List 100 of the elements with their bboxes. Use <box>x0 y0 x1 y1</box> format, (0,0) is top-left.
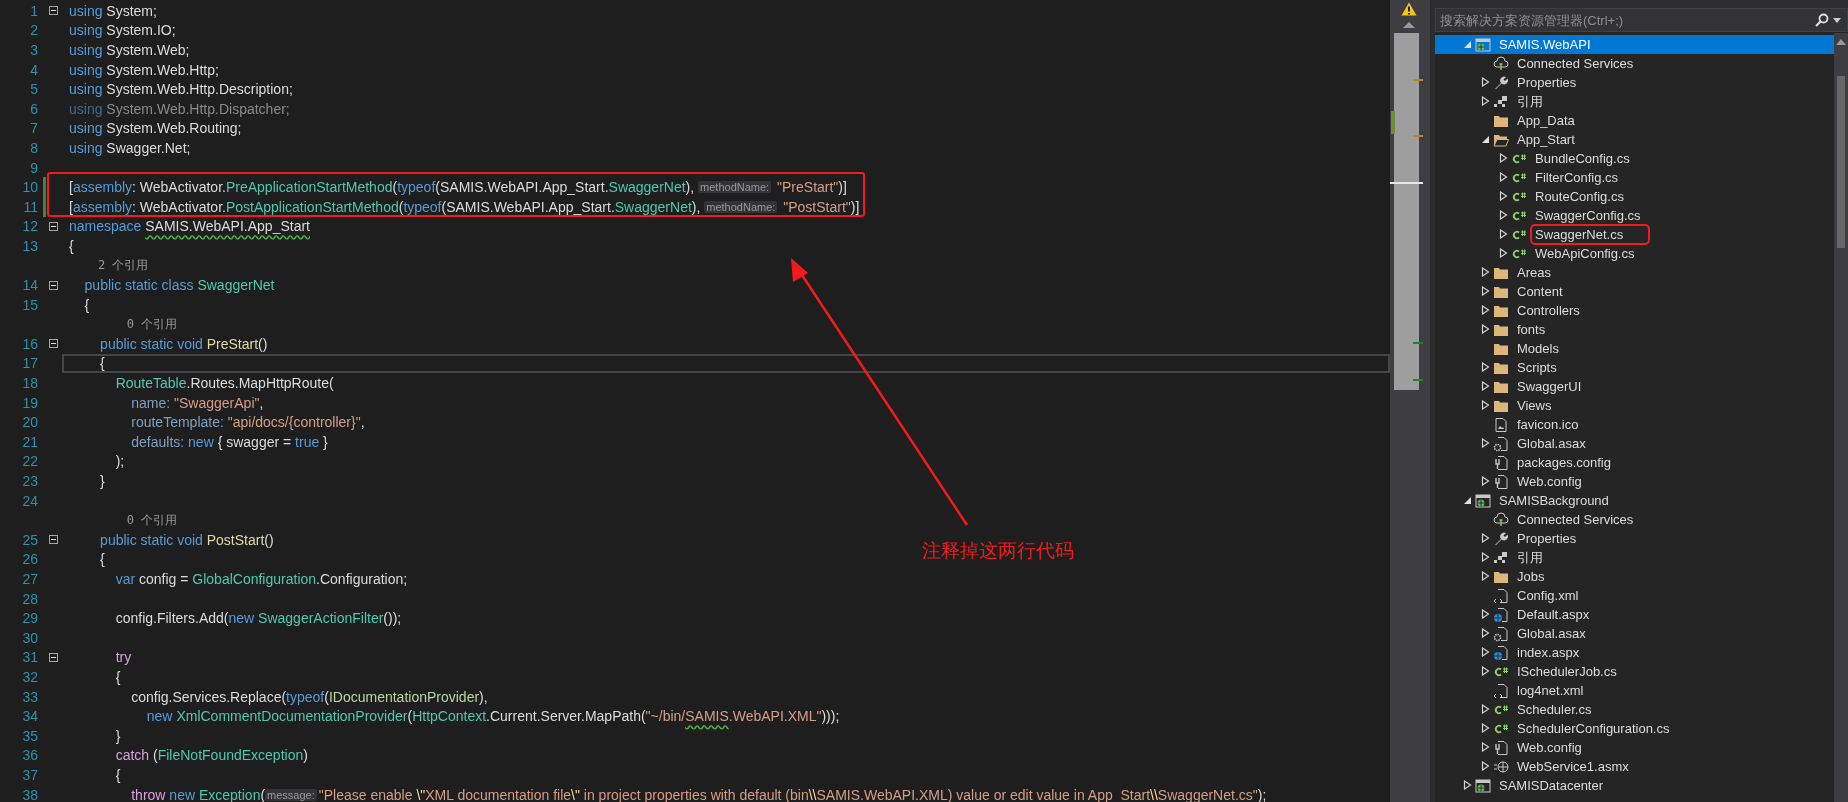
tree-item[interactable]: Models <box>1435 339 1834 358</box>
collapsed-arrow-icon[interactable] <box>1480 646 1490 657</box>
tree-item[interactable]: Config.xml <box>1435 586 1834 605</box>
tree-item[interactable]: Content <box>1435 282 1834 301</box>
tree-item[interactable]: SwaggerConfig.cs <box>1435 206 1834 225</box>
collapsed-arrow-icon[interactable] <box>1480 741 1490 752</box>
tree-item[interactable]: WebService1.asmx <box>1435 757 1834 776</box>
collapsed-arrow-icon[interactable] <box>1498 247 1508 258</box>
reference-count[interactable]: 0 个引用 <box>69 511 178 529</box>
web-file-icon <box>1493 606 1509 623</box>
tree-item[interactable]: Areas <box>1435 263 1834 282</box>
collapsed-arrow-icon[interactable] <box>1498 152 1508 163</box>
tree-item[interactable]: App_Data <box>1435 111 1834 130</box>
tree-item[interactable]: RouteConfig.cs <box>1435 187 1834 206</box>
annotation-text: 注释掉这两行代码 <box>922 539 1074 563</box>
tree-item[interactable]: SwaggerNet.cs <box>1435 225 1834 244</box>
collapsed-arrow-icon[interactable] <box>1498 190 1508 201</box>
tree-item[interactable]: SAMISBackground <box>1435 491 1834 510</box>
collapsed-arrow-icon[interactable] <box>1480 475 1490 486</box>
collapsed-arrow-icon[interactable] <box>1480 665 1490 676</box>
collapse-icon[interactable] <box>49 535 58 545</box>
collapsed-arrow-icon[interactable] <box>1480 399 1490 410</box>
search-field[interactable]: 搜索解决方案资源管理器(Ctrl+;) <box>1440 12 1815 28</box>
tree-item[interactable]: 引用 <box>1435 92 1834 111</box>
collapsed-arrow-icon[interactable] <box>1480 551 1490 562</box>
tree-item[interactable]: Properties <box>1435 529 1834 548</box>
tree-item[interactable]: favicon.ico <box>1435 415 1834 434</box>
warning-icon[interactable] <box>1401 2 1417 16</box>
collapsed-arrow-icon[interactable] <box>1480 532 1490 543</box>
tree-item[interactable]: Jobs <box>1435 567 1834 586</box>
search-box[interactable]: 搜索解决方案资源管理器(Ctrl+;) <box>1435 8 1848 32</box>
tree-item[interactable]: log4net.xml <box>1435 681 1834 700</box>
tree-item[interactable]: Web.config <box>1435 472 1834 491</box>
project-icon <box>1475 492 1491 509</box>
tree-item[interactable]: ISchedulerJob.cs <box>1435 662 1834 681</box>
tree-scrollbar[interactable] <box>1834 33 1848 802</box>
tree-item[interactable]: Global.asax <box>1435 624 1834 643</box>
tree-item[interactable]: Properties <box>1435 73 1834 92</box>
tree-item[interactable]: index.aspx <box>1435 643 1834 662</box>
tree-item[interactable]: Controllers <box>1435 301 1834 320</box>
code-line: public static void PreStart() <box>99 334 268 354</box>
collapsed-arrow-icon[interactable] <box>1480 95 1490 106</box>
line-number: 23 <box>21 473 38 490</box>
collapsed-arrow-icon[interactable] <box>1498 228 1508 239</box>
search-icon[interactable] <box>1815 13 1829 27</box>
collapsed-arrow-icon[interactable] <box>1462 779 1472 790</box>
globe-icon <box>1493 758 1509 775</box>
collapse-icon[interactable] <box>49 280 58 290</box>
line-number: 20 <box>21 414 38 431</box>
scroll-thumb[interactable] <box>1394 33 1419 390</box>
collapsed-arrow-icon[interactable] <box>1480 76 1490 87</box>
collapse-icon[interactable] <box>49 6 58 16</box>
tree-item[interactable]: Views <box>1435 396 1834 415</box>
collapsed-arrow-icon[interactable] <box>1480 760 1490 771</box>
line-number: 11 <box>22 198 38 215</box>
collapsed-arrow-icon[interactable] <box>1498 171 1508 182</box>
collapsed-arrow-icon[interactable] <box>1480 323 1490 334</box>
reference-count[interactable]: 2 个引用 <box>69 257 149 274</box>
collapsed-arrow-icon[interactable] <box>1498 209 1508 220</box>
tree-item[interactable]: packages.config <box>1435 453 1834 472</box>
collapsed-arrow-icon[interactable] <box>1480 722 1490 733</box>
tree-item[interactable]: App_Start <box>1435 130 1834 149</box>
tree-item[interactable]: Default.aspx <box>1435 605 1834 624</box>
tree-item[interactable]: FilterConfig.cs <box>1435 168 1834 187</box>
tree-item[interactable]: Scripts <box>1435 358 1834 377</box>
collapsed-arrow-icon[interactable] <box>1480 361 1490 372</box>
collapsed-arrow-icon[interactable] <box>1480 437 1490 448</box>
tree-item[interactable]: Scheduler.cs <box>1435 700 1834 719</box>
scroll-up-icon[interactable] <box>1403 22 1415 28</box>
tree-item[interactable]: Global.asax <box>1435 434 1834 453</box>
cloud-plug-icon <box>1493 511 1509 528</box>
collapse-icon[interactable] <box>49 652 58 662</box>
tree-item[interactable]: BundleConfig.cs <box>1435 149 1834 168</box>
tree-item[interactable]: SAMISDatacenter <box>1435 776 1834 795</box>
collapsed-arrow-icon[interactable] <box>1480 380 1490 391</box>
collapsed-arrow-icon[interactable] <box>1480 285 1490 296</box>
tree-item[interactable]: Connected Services <box>1435 54 1834 73</box>
code-line: public static void PostStart() <box>99 530 274 550</box>
tree-item[interactable]: SchedulerConfiguration.cs <box>1435 719 1834 738</box>
tree-item[interactable]: WebApiConfig.cs <box>1435 244 1834 263</box>
scroll-up-icon[interactable] <box>1836 39 1846 45</box>
reference-count[interactable]: 0 个引用 <box>69 315 178 333</box>
scroll-thumb[interactable] <box>1837 76 1845 248</box>
collapsed-arrow-icon[interactable] <box>1480 608 1490 619</box>
dropdown-caret-icon[interactable] <box>1833 17 1841 23</box>
collapsed-arrow-icon[interactable] <box>1480 627 1490 638</box>
collapse-icon[interactable] <box>49 221 58 231</box>
collapse-icon[interactable] <box>49 339 58 349</box>
tree-item[interactable]: fonts <box>1435 320 1834 339</box>
collapsed-arrow-icon[interactable] <box>1480 304 1490 315</box>
collapsed-arrow-icon[interactable] <box>1480 570 1490 581</box>
tree-item[interactable]: Web.config <box>1435 738 1834 757</box>
code-line: { <box>114 668 121 687</box>
collapsed-arrow-icon[interactable] <box>1480 266 1490 277</box>
collapsed-arrow-icon[interactable] <box>1480 703 1490 714</box>
editor-scrollbar[interactable] <box>1390 0 1430 802</box>
tree-item[interactable]: SAMIS.WebAPI <box>1435 35 1834 54</box>
tree-item[interactable]: 引用 <box>1435 548 1834 567</box>
tree-item[interactable]: SwaggerUI <box>1435 377 1834 396</box>
tree-item[interactable]: Connected Services <box>1435 510 1834 529</box>
